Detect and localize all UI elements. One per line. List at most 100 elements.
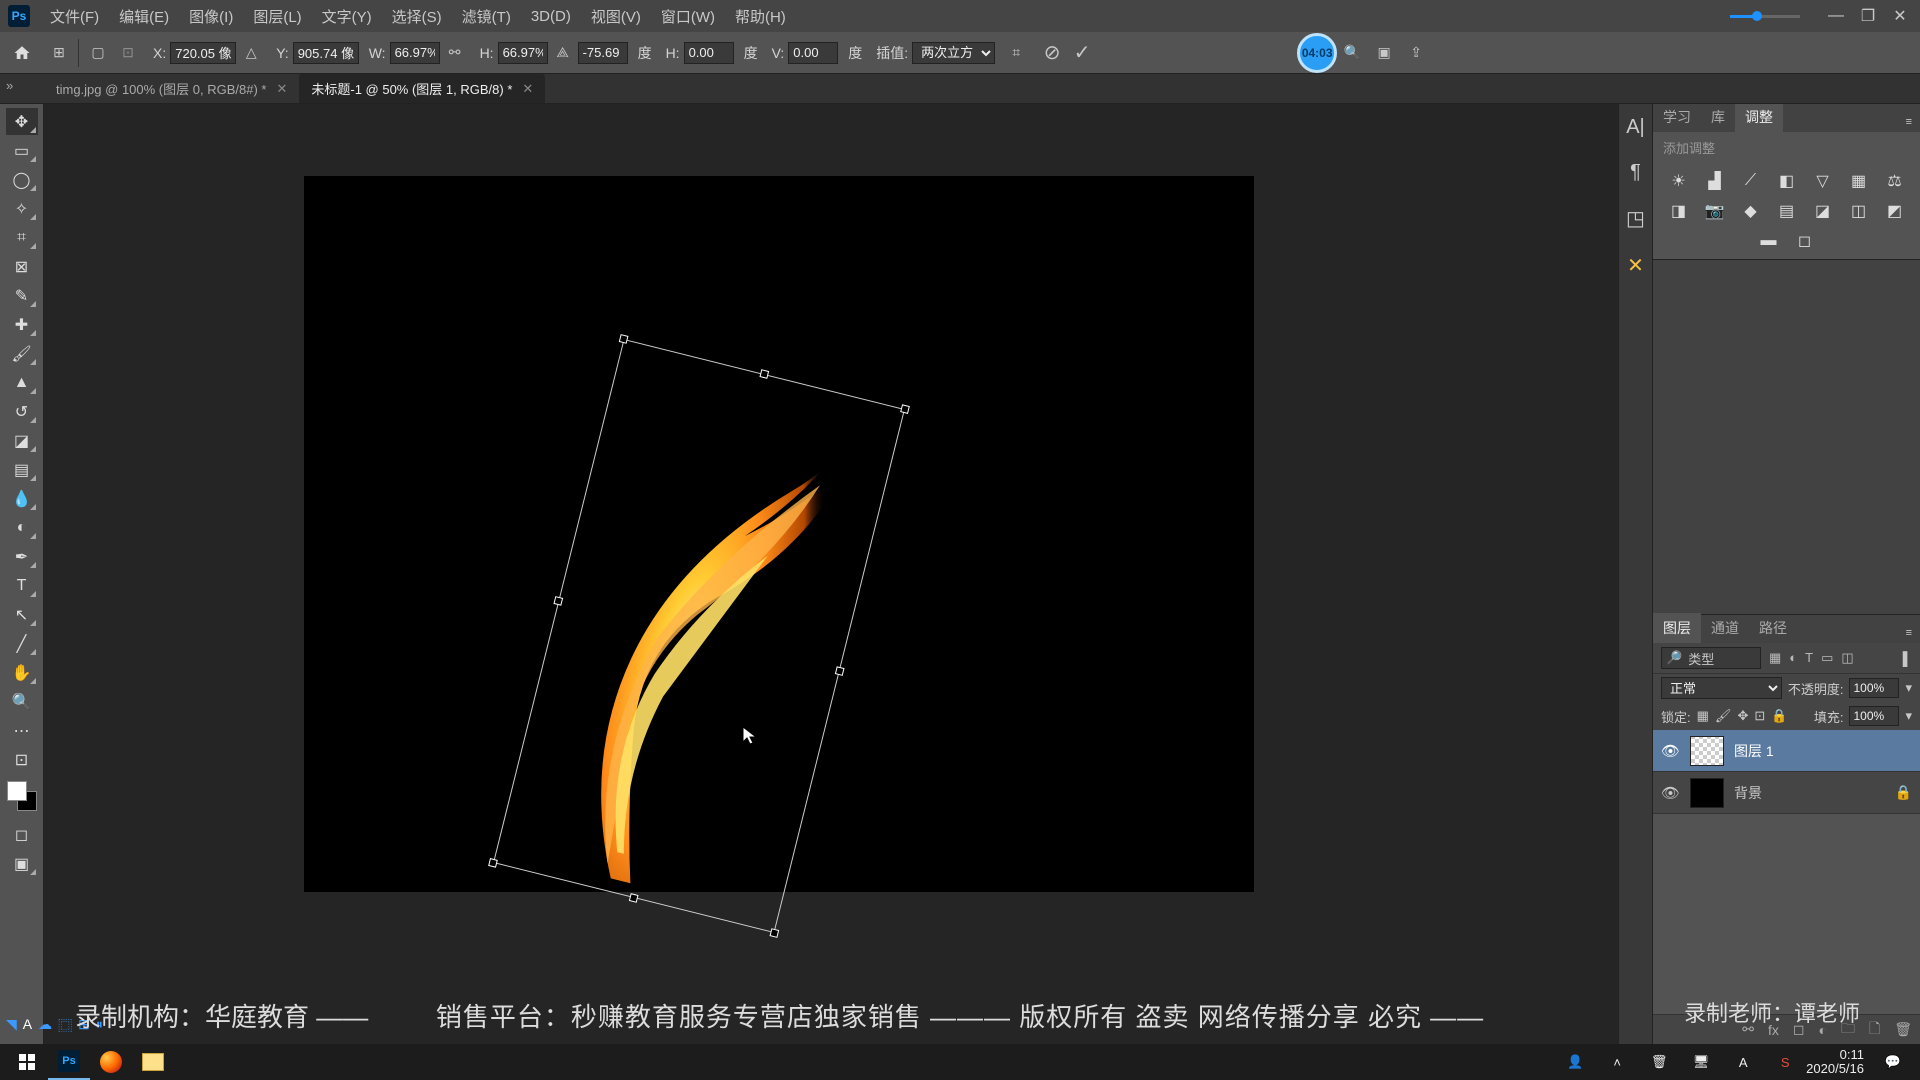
filter-shape-icon[interactable]: ▭ <box>1821 650 1833 666</box>
move-tool[interactable]: ✥ <box>6 108 38 135</box>
vskew-input[interactable] <box>788 42 838 64</box>
blend-mode-select[interactable]: 正常 <box>1661 677 1782 699</box>
adjustment-layer-icon[interactable]: ◐ <box>1818 1022 1826 1038</box>
w-input[interactable] <box>390 42 440 64</box>
reference-grid-icon[interactable]: ⊡ <box>117 42 139 64</box>
invert-icon[interactable]: ◪ <box>1812 201 1834 221</box>
eraser-tool[interactable]: ◪ <box>6 427 38 454</box>
dropdown-icon[interactable]: ▾ <box>1905 680 1912 696</box>
menu-3d[interactable]: 3D(D) <box>521 8 581 25</box>
layer-item-1[interactable]: 👁 图层 1 <box>1653 730 1920 772</box>
bw-icon[interactable]: ◨ <box>1668 201 1690 221</box>
filter-toggle-icon[interactable]: ▌ <box>1903 651 1912 666</box>
document-tab-2[interactable]: 未标题-1 @ 50% (图层 1, RGB/8) * ✕ <box>299 74 545 103</box>
balance-icon[interactable]: ⚖ <box>1884 171 1906 191</box>
menu-file[interactable]: 文件(F) <box>40 6 109 27</box>
workspace-icon[interactable]: ▣ <box>1373 42 1395 64</box>
edit-toolbar[interactable]: ⋯ <box>6 717 38 744</box>
layer-name[interactable]: 背景 <box>1734 783 1762 803</box>
curves-icon[interactable]: ⟋ <box>1740 171 1762 191</box>
notifications-icon[interactable]: 💬 <box>1872 1044 1914 1080</box>
layer-thumbnail[interactable] <box>1690 736 1724 766</box>
vibrance-icon[interactable]: ▽ <box>1812 171 1834 191</box>
photo-filter-icon[interactable]: 📷 <box>1704 201 1726 221</box>
canvas-area[interactable] <box>44 104 1618 1044</box>
quick-mask-icon[interactable]: ◻ <box>6 821 38 848</box>
screen-mode-icon[interactable]: ▣ <box>6 850 38 877</box>
tab-adjustments[interactable]: 调整 <box>1735 102 1783 132</box>
x-input[interactable] <box>170 42 236 64</box>
group-icon[interactable]: 🗀 <box>1841 1018 1855 1042</box>
menu-type[interactable]: 文字(Y) <box>312 6 382 27</box>
home-icon[interactable] <box>8 39 36 67</box>
frame-tool[interactable]: ⊠ <box>6 253 38 280</box>
levels-icon[interactable]: ▟ <box>1704 171 1726 191</box>
lock-transparency-icon[interactable]: ▦ <box>1697 708 1709 724</box>
brush-tool[interactable]: 🖌 <box>6 340 38 367</box>
transform-handle-tr[interactable] <box>900 404 910 414</box>
threshold-icon[interactable]: ◩ <box>1884 201 1906 221</box>
paragraph-panel-icon[interactable]: ¶ <box>1630 161 1641 184</box>
canvas[interactable] <box>304 176 1254 892</box>
filter-kind-dropdown[interactable]: 🔎 类型 <box>1661 647 1761 669</box>
gradient-tool[interactable]: ▤ <box>6 456 38 483</box>
tray-icon-2[interactable]: 🖥 <box>1680 1044 1722 1080</box>
zoom-tool[interactable]: 🔍 <box>6 688 38 715</box>
line-tool[interactable]: ╱ <box>6 630 38 657</box>
share-icon[interactable]: ⇪ <box>1405 42 1427 64</box>
type-tool[interactable]: T <box>6 572 38 599</box>
lock-artboard-icon[interactable]: ⊡ <box>1754 708 1765 724</box>
blur-tool[interactable]: 💧 <box>6 485 38 512</box>
gradient-map-icon[interactable]: ▬ <box>1758 231 1780 251</box>
fill-input[interactable] <box>1849 706 1899 726</box>
tray-ime-icon[interactable]: A <box>1722 1044 1764 1080</box>
layer-item-bg[interactable]: 👁 背景 🔒 <box>1653 772 1920 814</box>
lasso-tool[interactable]: ◯ <box>6 166 38 193</box>
transform-handle-b[interactable] <box>629 893 639 903</box>
panel-menu-icon[interactable]: ≡ <box>1898 112 1920 132</box>
visibility-icon[interactable]: 👁 <box>1661 742 1680 760</box>
link-wh-icon[interactable]: ⚯ <box>444 42 466 64</box>
h-input[interactable] <box>498 42 548 64</box>
angle-input[interactable] <box>578 42 628 64</box>
menu-view[interactable]: 视图(V) <box>581 6 651 27</box>
transform-handle-r[interactable] <box>835 666 845 676</box>
tray-sogou-icon[interactable]: S <box>1764 1044 1806 1080</box>
tab-channels[interactable]: 通道 <box>1701 613 1749 643</box>
dodge-tool[interactable]: ◐ <box>6 514 38 541</box>
tab-paths[interactable]: 路径 <box>1749 613 1797 643</box>
path-select-tool[interactable]: ↖ <box>6 601 38 628</box>
tab-learn[interactable]: 学习 <box>1653 102 1701 132</box>
menu-window[interactable]: 窗口(W) <box>651 6 725 27</box>
opacity-input[interactable] <box>1849 678 1899 698</box>
hskew-input[interactable] <box>684 42 734 64</box>
color-swatches[interactable] <box>7 781 37 811</box>
marquee-tool[interactable]: ▭ <box>6 137 38 164</box>
warp-mode-icon[interactable]: ⌗ <box>1005 42 1027 64</box>
lock-all-icon[interactable]: 🔒 <box>1771 708 1787 724</box>
document-tab-1[interactable]: timg.jpg @ 100% (图层 0, RGB/8#) * ✕ <box>44 74 299 103</box>
layer-style-icon[interactable]: fx <box>1768 1022 1779 1038</box>
taskbar-firefox[interactable] <box>90 1044 132 1080</box>
start-button[interactable] <box>6 1044 48 1080</box>
people-icon[interactable]: 👤 <box>1554 1044 1596 1080</box>
layer-mask-icon[interactable]: ◻ <box>1793 1021 1805 1038</box>
menu-layer[interactable]: 图层(L) <box>243 6 311 27</box>
close-button[interactable]: ✕ <box>1884 6 1916 26</box>
dropdown-icon[interactable]: ▾ <box>1905 708 1912 724</box>
edit-toolbar2[interactable]: ⊡ <box>6 746 38 773</box>
brightness-icon[interactable]: ☀ <box>1668 171 1690 191</box>
tab-close-icon[interactable]: ✕ <box>522 81 533 97</box>
eyedropper-tool[interactable]: ✎ <box>6 282 38 309</box>
menu-help[interactable]: 帮助(H) <box>725 6 796 27</box>
menu-image[interactable]: 图像(I) <box>179 6 243 27</box>
menu-select[interactable]: 选择(S) <box>382 6 452 27</box>
menu-edit[interactable]: 编辑(E) <box>109 6 179 27</box>
swap-xy-icon[interactable]: △ <box>240 42 262 64</box>
opacity-slider[interactable] <box>1730 15 1800 18</box>
lock-icon[interactable]: 🔒 <box>1895 784 1912 801</box>
new-layer-icon[interactable]: 🗋 <box>1869 1018 1880 1042</box>
clone-stamp-tool[interactable]: ▲ <box>6 369 38 396</box>
history-brush-tool[interactable]: ↺ <box>6 398 38 425</box>
tab-close-icon[interactable]: ✕ <box>276 81 287 97</box>
